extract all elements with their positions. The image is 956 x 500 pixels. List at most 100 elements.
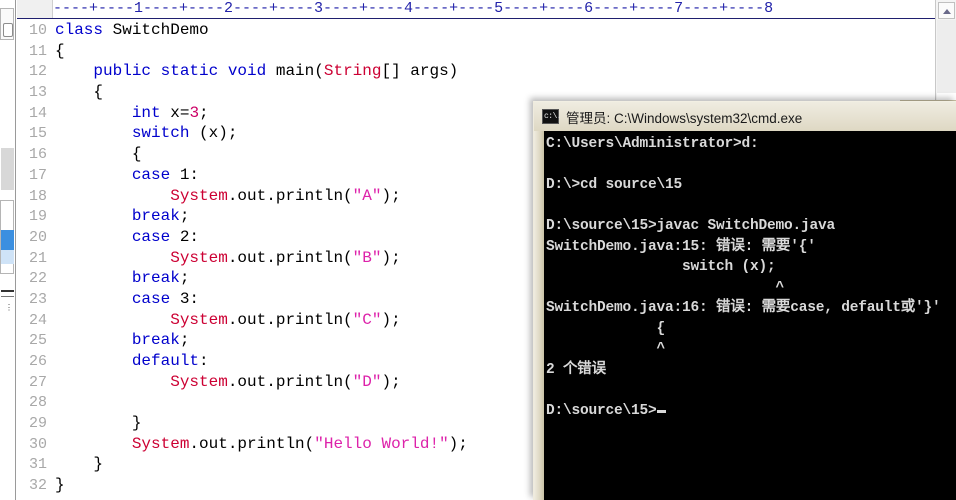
- strip-divider-secondary: [1, 296, 14, 297]
- line-number: 12: [28, 63, 47, 81]
- strip-scrollbar-thumb[interactable]: [1, 148, 14, 190]
- screen-root: ⋮ ----+----1----+----2----+----3----+---…: [0, 0, 956, 500]
- code-token: .out.println(: [227, 186, 353, 205]
- code-token: .out.println(: [189, 434, 315, 453]
- cmd-output-line: {: [546, 320, 666, 337]
- line-number: 15: [28, 125, 47, 143]
- line-number: 20: [28, 228, 47, 246]
- strip-more-icon[interactable]: ⋮: [5, 304, 13, 317]
- code-token: System: [131, 434, 190, 453]
- cmd-output-line: 2 个错误: [546, 361, 606, 378]
- code-line[interactable]: 10 class SwitchDemo: [17, 20, 935, 41]
- cmd-window[interactable]: 管理员: C:\Windows\system32\cmd.exe C:\User…: [533, 101, 956, 500]
- cmd-output-line: D:\>cd source\15: [546, 177, 683, 193]
- cmd-output-line: [544, 380, 956, 401]
- code-token: .out.println(: [227, 248, 353, 267]
- code-token: "C": [352, 310, 382, 329]
- code-token: public static void: [93, 62, 276, 81]
- code-line[interactable]: 11 {: [17, 41, 935, 62]
- code-token: ;: [199, 103, 209, 122]
- code-token: case: [131, 289, 171, 308]
- code-token: {: [55, 41, 65, 60]
- ruler-text: ----+----1----+----2----+----3----+----4…: [53, 0, 774, 17]
- cmd-output-line: D:\source\15>: [544, 401, 956, 422]
- code-token: ;: [179, 331, 190, 350]
- cmd-title-text: 管理员: C:\Windows\system32\cmd.exe: [566, 110, 803, 126]
- cmd-output-line: D:\source\15>javac SwitchDemo.java: [546, 218, 836, 234]
- cmd-icon: [542, 109, 561, 124]
- code-token: default: [131, 352, 200, 370]
- code-token: 1:: [170, 165, 200, 184]
- cmd-output-line: ^: [546, 279, 785, 296]
- code-token: .out.println(: [227, 310, 353, 329]
- code-token: class: [55, 21, 113, 39]
- scroll-up-arrow-icon[interactable]: [938, 2, 955, 19]
- line-number: 22: [28, 270, 47, 288]
- code-token: "B": [352, 248, 382, 267]
- line-number: 19: [28, 208, 47, 226]
- cmd-output-line: ^: [546, 341, 666, 357]
- code-token: .out.println(: [227, 372, 353, 391]
- cmd-output-line: switch (x);: [546, 259, 776, 275]
- cmd-output-line: SwitchDemo.java:15: 错误: 需要'{': [546, 238, 816, 255]
- code-token: switch: [131, 124, 190, 143]
- code-token: );: [381, 186, 401, 205]
- scrollbar-track-upper[interactable]: [937, 20, 956, 93]
- code-line[interactable]: 13 {: [17, 82, 935, 103]
- left-tool-strip[interactable]: ⋮: [0, 0, 16, 500]
- panel-glyph-icon: [3, 23, 13, 37]
- panel-toggle-icon[interactable]: [0, 8, 14, 40]
- line-number: 21: [28, 249, 47, 267]
- cmd-titlebar[interactable]: 管理员: C:\Windows\system32\cmd.exe: [534, 102, 956, 131]
- line-number: 18: [28, 187, 47, 205]
- code-token: int: [131, 103, 161, 122]
- line-number: 29: [28, 415, 47, 433]
- code-token: case: [131, 227, 171, 246]
- line-number: 25: [28, 332, 47, 350]
- code-token: ;: [179, 207, 190, 226]
- code-token: (x);: [189, 124, 238, 143]
- code-token: );: [381, 248, 401, 267]
- code-token: "A": [352, 186, 382, 205]
- cmd-output-line: SwitchDemo.java:16: 错误: 需要case, default或…: [546, 300, 941, 316]
- code-token: {: [55, 145, 142, 164]
- code-token: case: [131, 165, 171, 184]
- cmd-text-cursor: [656, 409, 666, 413]
- code-token: System: [170, 186, 228, 205]
- code-token: :: [199, 352, 209, 370]
- line-number: 30: [28, 435, 47, 453]
- line-number: 27: [28, 373, 47, 391]
- line-number: 28: [28, 394, 47, 412]
- active-item-marker-secondary: [1, 250, 14, 264]
- code-token: ;: [179, 269, 190, 288]
- active-item-marker[interactable]: [1, 230, 14, 250]
- code-token: System: [170, 310, 228, 329]
- cmd-console-output[interactable]: C:\Users\Administrator>d: D:\>cd source\…: [544, 131, 956, 500]
- code-token: System: [170, 372, 228, 391]
- code-token: 3: [189, 103, 200, 122]
- line-number: 14: [28, 104, 47, 122]
- line-number: 10: [28, 22, 47, 39]
- code-token: }: [55, 476, 65, 495]
- line-number: 23: [28, 290, 47, 308]
- code-token: }: [55, 414, 142, 433]
- strip-divider: [1, 290, 14, 292]
- code-token: 3:: [170, 289, 200, 308]
- line-number: 26: [28, 353, 47, 370]
- code-token: "Hello World!": [314, 434, 449, 453]
- code-token: {: [55, 83, 104, 102]
- code-line[interactable]: 12 public static void main(String[] args…: [17, 61, 935, 82]
